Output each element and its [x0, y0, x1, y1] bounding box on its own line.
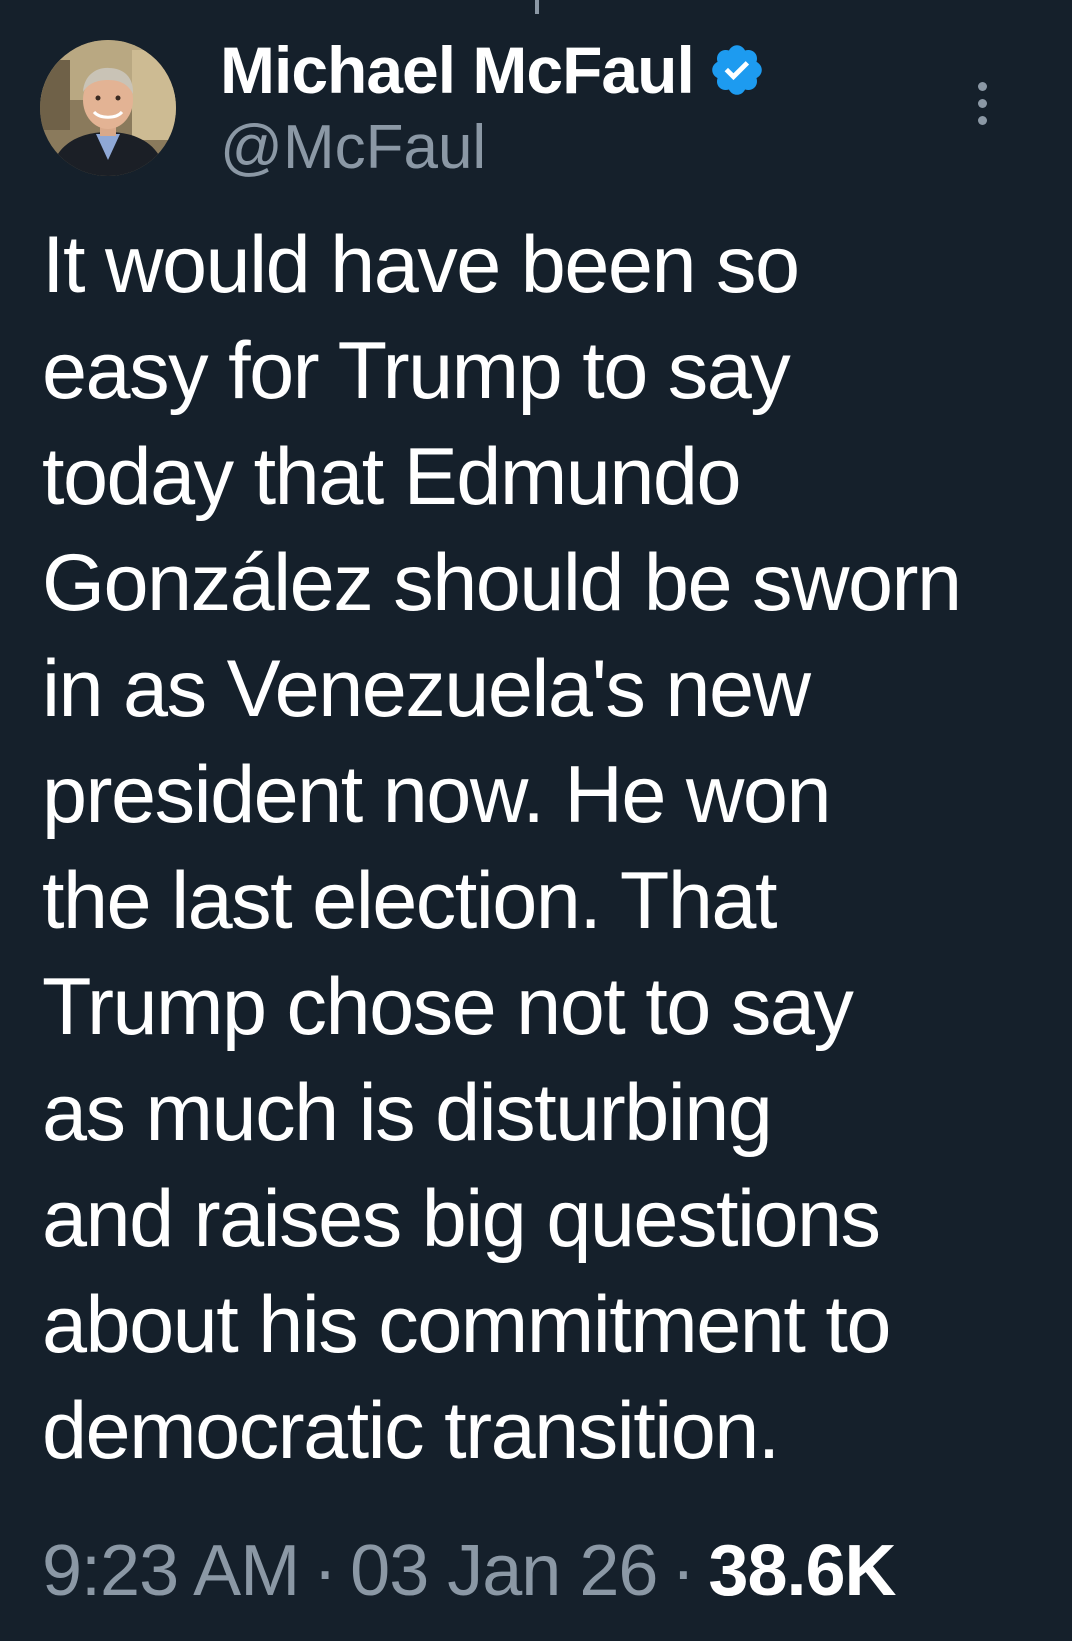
- more-dot: [977, 81, 987, 91]
- more-dot: [977, 115, 987, 125]
- verified-badge-icon[interactable]: [708, 41, 766, 99]
- author-display-name[interactable]: Michael McFaul: [220, 30, 695, 110]
- author-handle[interactable]: @McFaul: [220, 112, 766, 184]
- tweet-header: Michael McFaul @McFaul: [40, 30, 1032, 190]
- tweet-time[interactable]: 9:23 AM: [42, 1530, 300, 1612]
- author-info: Michael McFaul @McFaul: [220, 30, 766, 184]
- more-vertical-icon[interactable]: [962, 68, 1002, 138]
- tweet-meta: 9:23 AM · 03 Jan 26 · 38.6K: [42, 1526, 897, 1616]
- tweet-views-count[interactable]: 38.6K: [708, 1530, 896, 1612]
- tweet-date[interactable]: 03 Jan 26: [350, 1530, 658, 1612]
- name-row: Michael McFaul: [220, 30, 766, 110]
- meta-separator: ·: [313, 1531, 337, 1611]
- avatar[interactable]: [40, 40, 176, 176]
- more-dot: [977, 98, 987, 108]
- tweet-text: It would have been so easy for Trump to …: [42, 220, 962, 1476]
- thread-connector-line: [535, 0, 539, 14]
- avatar-photo: [40, 40, 176, 176]
- meta-separator: ·: [671, 1531, 695, 1611]
